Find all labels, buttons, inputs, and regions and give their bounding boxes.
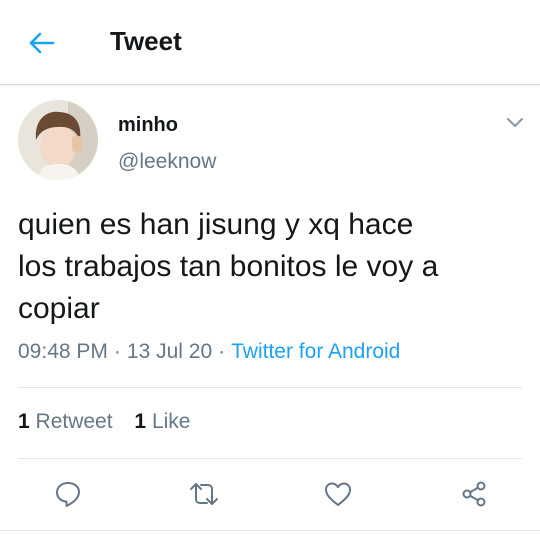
page-title: Tweet [110, 26, 182, 56]
avatar[interactable] [18, 100, 98, 180]
reply-icon [56, 482, 80, 507]
author-handle[interactable]: @leeknow [118, 150, 216, 174]
share-button[interactable] [454, 474, 494, 514]
arrow-left-icon [29, 32, 55, 54]
likes-count: 1 [134, 410, 147, 433]
divider [18, 458, 522, 459]
share-icon [462, 481, 486, 507]
action-bar [0, 474, 540, 514]
back-button[interactable] [24, 26, 58, 60]
retweets-label: Retweet [35, 410, 113, 433]
like-button[interactable] [318, 474, 358, 514]
retweet-button[interactable] [184, 474, 224, 514]
divider [0, 530, 540, 531]
avatar-image [18, 100, 98, 180]
likes-stat[interactable]: 1 Like [134, 410, 190, 433]
reply-button[interactable] [48, 474, 88, 514]
top-bar: Tweet [0, 0, 540, 85]
tweet-text-line: los trabajos tan bonitos le voy a [18, 250, 439, 283]
tweet-date: 13 Jul 20 [126, 340, 213, 363]
tweet-text-line: quien es han jisung y xq hace [18, 208, 414, 241]
author-name[interactable]: minho [118, 114, 178, 137]
more-options-button[interactable] [502, 112, 528, 134]
tweet-metadata: 09:48 PM · 13 Jul 20 · Twitter for Android [18, 340, 400, 364]
retweet-icon [190, 483, 218, 505]
chevron-down-icon [507, 118, 523, 127]
retweets-stat[interactable]: 1 Retweet [18, 410, 113, 433]
heart-icon [325, 482, 351, 506]
divider [18, 387, 522, 388]
tweet-stats: 1 Retweet 1 Like [18, 410, 206, 434]
tweet-text: quien es han jisung y xq hace los trabajo… [18, 204, 518, 330]
retweets-count: 1 [18, 410, 30, 433]
tweet-text-line: copiar [18, 292, 100, 325]
separator: · [113, 340, 121, 363]
tweet-source-link[interactable]: Twitter for Android [231, 340, 400, 363]
tweet-time: 09:48 PM [18, 340, 108, 363]
separator: · [218, 340, 226, 363]
likes-label: Like [151, 410, 191, 433]
